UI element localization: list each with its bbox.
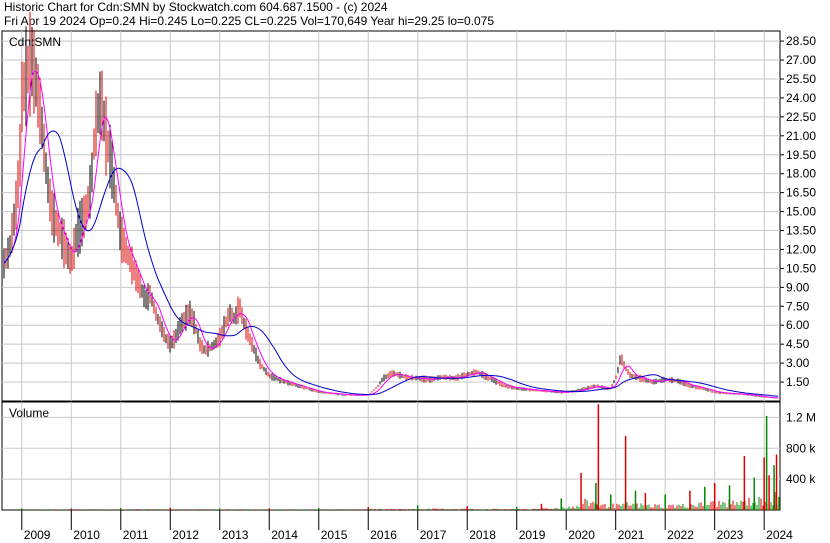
year-tick-label: 2022 (667, 528, 694, 542)
year-tick-label: 2011 (123, 528, 149, 542)
price-tick-label: 22.50 (786, 110, 816, 124)
year-tick-label: 2014 (271, 528, 298, 542)
year-tick-label: 2012 (172, 528, 199, 542)
price-tick-label: 18.00 (786, 167, 816, 181)
stock-chart: 1.50 3.00 4.50 6.00 7.50 9.00 10.50 12.00 13.50 1… (1, 11, 816, 542)
price-tick-label: 10.50 (786, 261, 816, 275)
year-tick-label: 2020 (568, 528, 595, 542)
price-tick-label: 28.50 (786, 34, 816, 48)
price-tick-label: 3.00 (786, 356, 810, 370)
year-tick-label: 2013 (222, 528, 249, 542)
volume-tick-label: 800 k (786, 441, 816, 455)
price-tick-label: 27.00 (786, 53, 816, 67)
price-axis-labels: 1.50 3.00 4.50 6.00 7.50 9.00 10.50 12.00 13.50 1… (780, 34, 816, 389)
price-tick-label: 19.50 (786, 148, 816, 162)
year-tick-label: 2015 (321, 528, 348, 542)
price-tick-label: 24.00 (786, 91, 816, 105)
price-tick-label: 7.50 (786, 299, 810, 313)
price-panel (1, 30, 781, 402)
year-tick-label: 2018 (469, 528, 496, 542)
price-tick-label: 9.00 (786, 280, 810, 294)
price-tick-label: 16.50 (786, 186, 816, 200)
year-tick-label: 2023 (717, 528, 744, 542)
year-tick-label: 2016 (370, 528, 397, 542)
moving-average-long-line (3, 130, 779, 397)
price-bars (3, 11, 779, 399)
grid-lines (2, 31, 780, 510)
price-tick-label: 25.50 (786, 72, 816, 86)
price-panel-title: Cdn:SMN (9, 35, 61, 49)
price-tick-label: 1.50 (786, 375, 810, 389)
date-axis-labels: 2009 2010 2011 2012 2013 2014 2015 2016 2017 2018… (21, 510, 793, 542)
year-tick-label: 2021 (618, 528, 645, 542)
year-tick-label: 2009 (24, 528, 51, 542)
price-tick-label: 13.50 (786, 224, 816, 238)
year-tick-label: 2017 (420, 528, 447, 542)
volume-tick-label: 400 k (786, 472, 816, 486)
volume-tick-label: 1.2 M (786, 410, 816, 424)
volume-panel (1, 401, 781, 511)
year-tick-label: 2019 (519, 528, 546, 542)
price-tick-label: 15.00 (786, 205, 816, 219)
price-tick-label: 6.00 (786, 318, 810, 332)
price-tick-label: 21.00 (786, 129, 816, 143)
year-tick-label: 2024 (766, 528, 793, 542)
price-tick-label: 12.00 (786, 242, 816, 256)
volume-panel-title: Volume (9, 406, 49, 420)
price-tick-label: 4.50 (786, 337, 810, 351)
year-tick-label: 2010 (73, 528, 100, 542)
volume-axis-labels: 400 k 800 k 1.2 M (786, 410, 816, 486)
